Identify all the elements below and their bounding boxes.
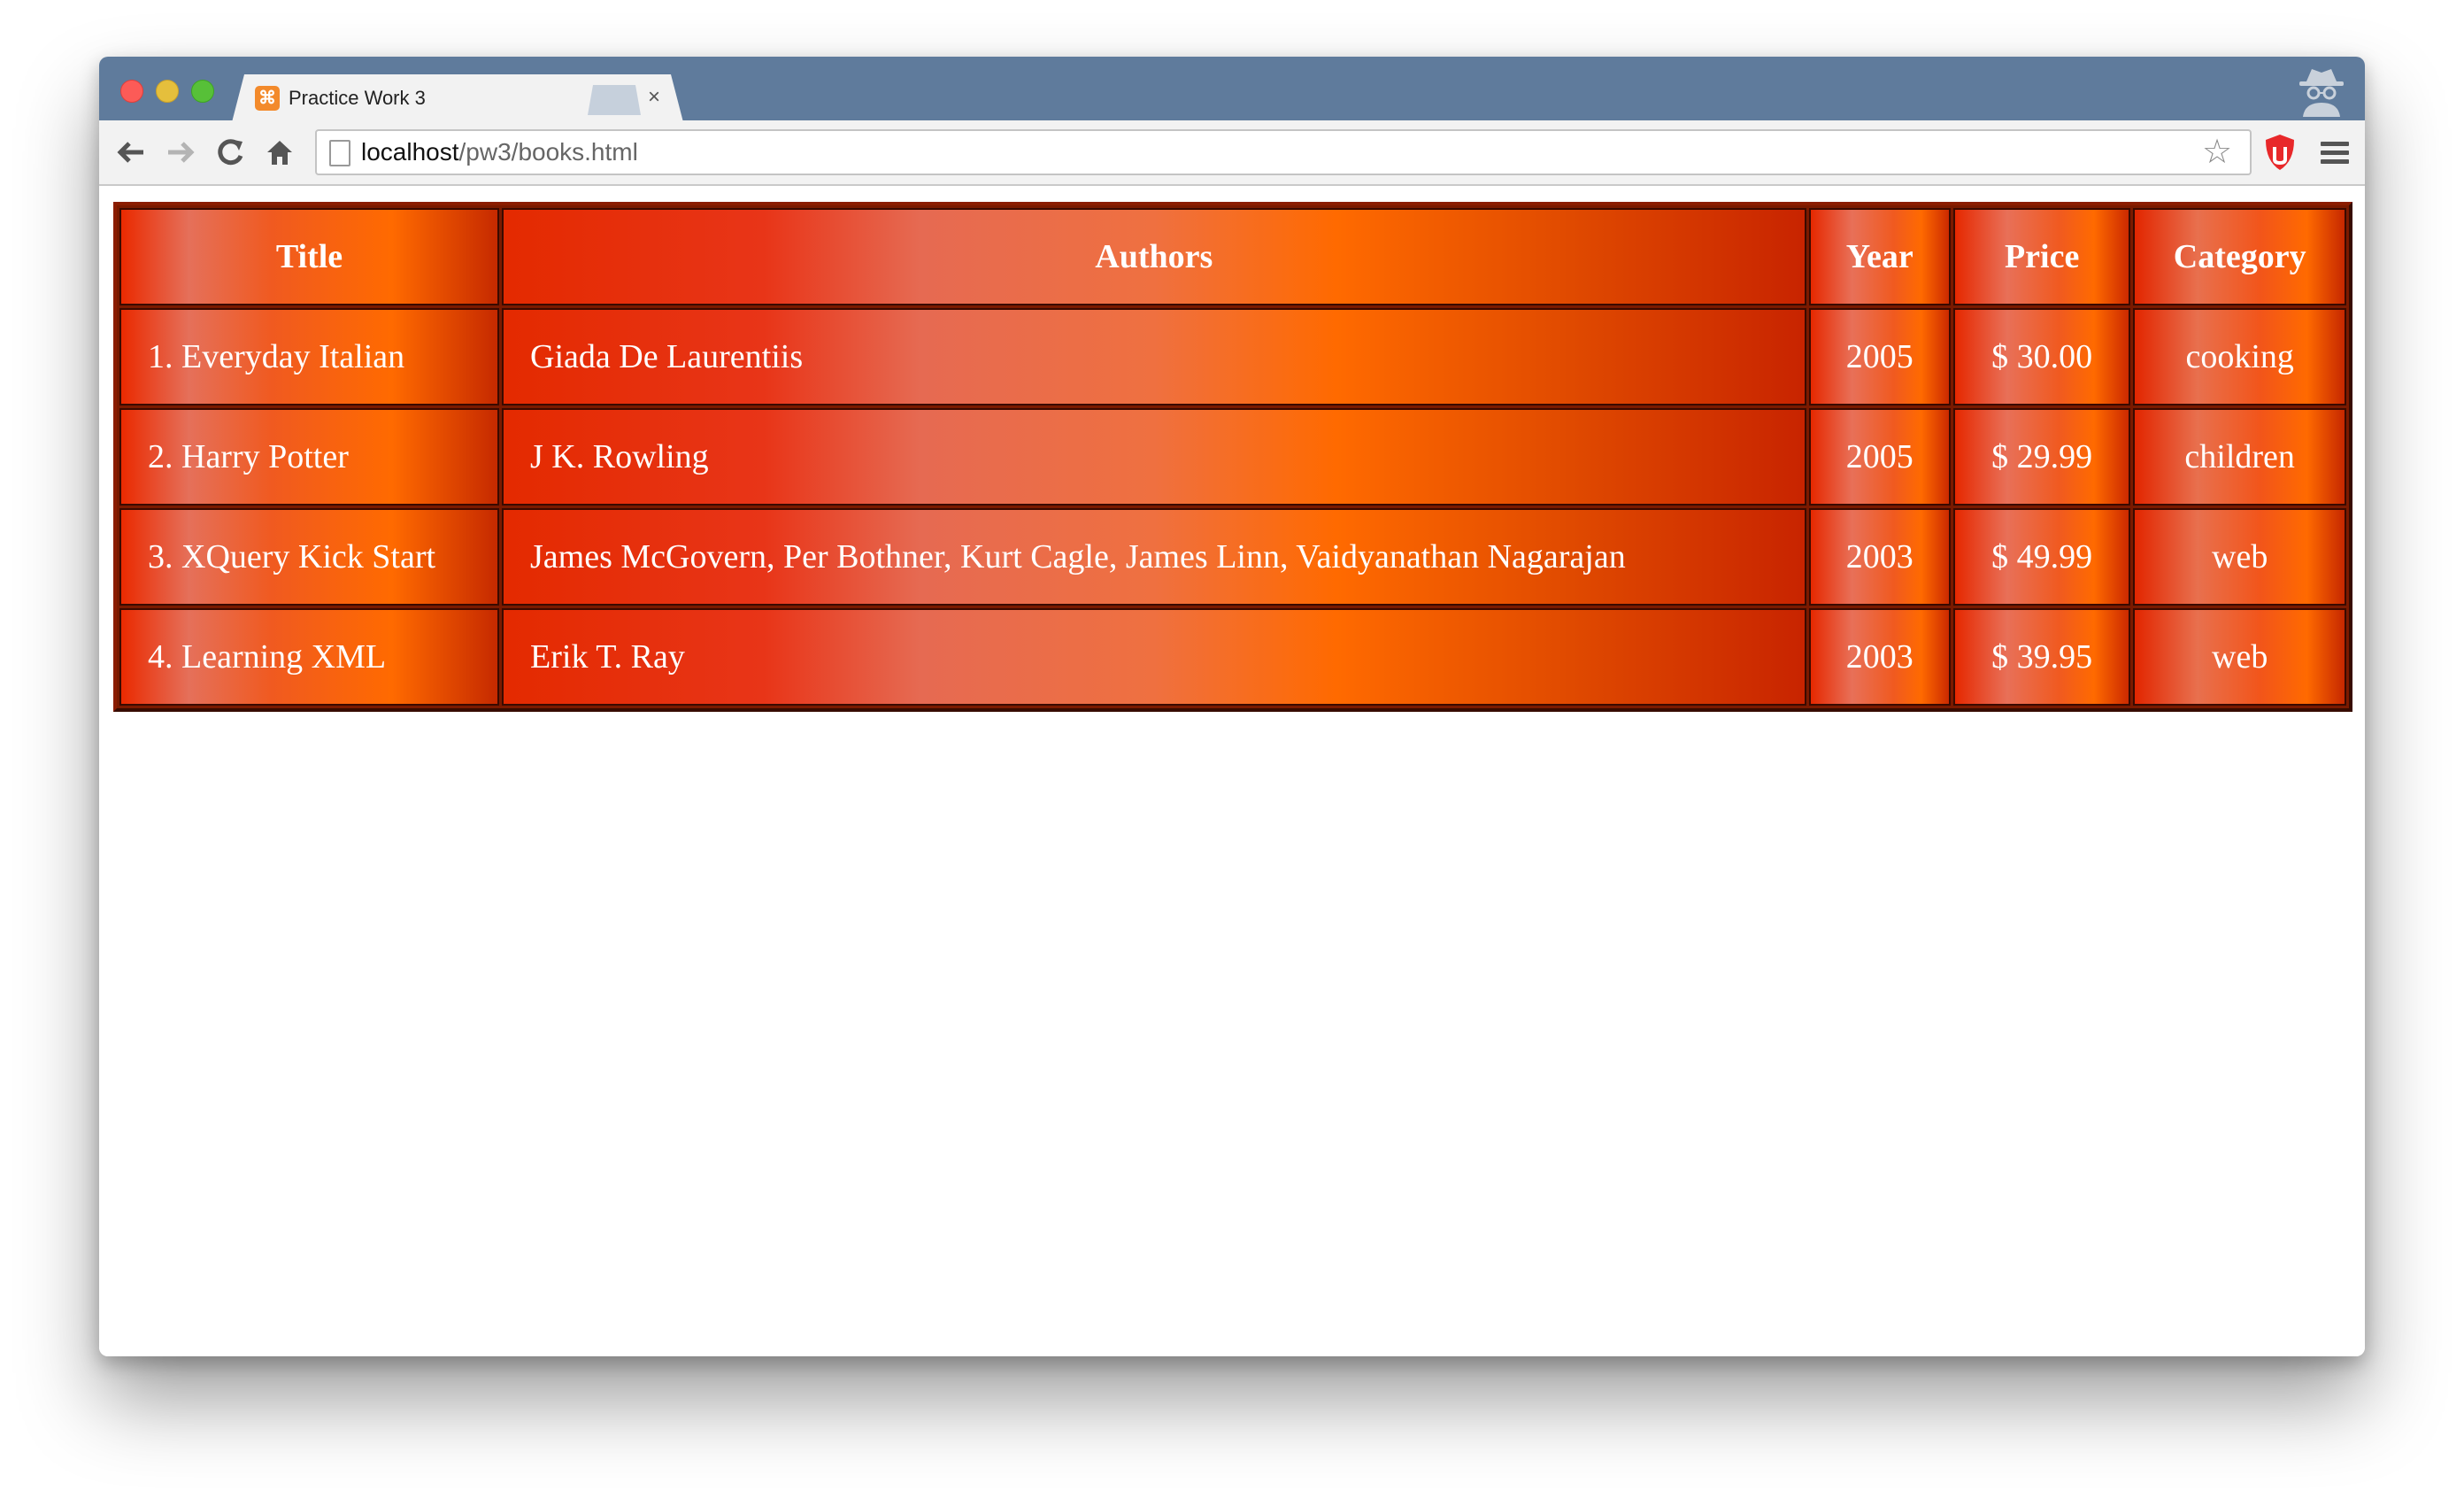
cell-price: $ 49.99 — [1952, 508, 2131, 606]
home-icon[interactable] — [262, 135, 297, 170]
cell-year: 2003 — [1808, 608, 1951, 706]
cell-year: 2005 — [1808, 308, 1951, 405]
cell-title: 1. Everyday Italian — [119, 308, 500, 405]
page-content: Title Authors Year Price Category 1. Eve… — [99, 186, 2365, 1356]
cell-authors: J K. Rowling — [502, 408, 1806, 506]
back-icon[interactable] — [113, 135, 149, 170]
tab-title: Practice Work 3 — [289, 87, 426, 109]
cell-authors: James McGovern, Per Bothner, Kurt Cagle,… — [502, 508, 1806, 606]
books-table: Title Authors Year Price Category 1. Eve… — [113, 202, 2352, 712]
forward-icon[interactable] — [163, 135, 198, 170]
header-title: Title — [119, 208, 500, 305]
cell-price: $ 30.00 — [1952, 308, 2131, 405]
minimize-window-button[interactable] — [156, 80, 179, 103]
title-bar: ⌘ Practice Work 3 × — [99, 57, 2365, 122]
close-window-button[interactable] — [120, 80, 143, 103]
table-row: 4. Learning XML Erik T. Ray 2003 $ 39.95… — [119, 608, 2346, 706]
url-path: /pw3/books.html — [458, 138, 638, 166]
reload-icon[interactable] — [212, 135, 248, 170]
new-tab-button[interactable] — [588, 85, 641, 115]
cell-authors: Erik T. Ray — [502, 608, 1806, 706]
cell-category: children — [2133, 408, 2346, 506]
cell-authors: Giada De Laurentiis — [502, 308, 1806, 405]
cell-year: 2005 — [1808, 408, 1951, 506]
cell-title: 2. Harry Potter — [119, 408, 500, 506]
tab-close-icon[interactable]: × — [648, 85, 660, 110]
table-row: 3. XQuery Kick Start James McGovern, Per… — [119, 508, 2346, 606]
cell-category: web — [2133, 608, 2346, 706]
star-icon[interactable]: ☆ — [2202, 133, 2232, 172]
table-row: 1. Everyday Italian Giada De Laurentiis … — [119, 308, 2346, 405]
incognito-icon — [2299, 69, 2344, 117]
page-icon — [329, 140, 350, 166]
header-price: Price — [1952, 208, 2131, 305]
favicon-icon: ⌘ — [255, 86, 280, 111]
cell-title: 3. XQuery Kick Start — [119, 508, 500, 606]
menu-icon[interactable] — [2321, 142, 2349, 165]
url-host: localhost — [361, 138, 459, 166]
header-year: Year — [1808, 208, 1951, 305]
cell-year: 2003 — [1808, 508, 1951, 606]
maximize-window-button[interactable] — [191, 80, 214, 103]
cell-title: 4. Learning XML — [119, 608, 500, 706]
cell-price: $ 29.99 — [1952, 408, 2131, 506]
url-text: localhost/pw3/books.html — [361, 138, 638, 166]
cell-category: web — [2133, 508, 2346, 606]
header-category: Category — [2133, 208, 2346, 305]
ublock-icon[interactable] — [2262, 133, 2298, 172]
table-row: 2. Harry Potter J K. Rowling 2005 $ 29.9… — [119, 408, 2346, 506]
browser-toolbar: localhost/pw3/books.html ☆ — [99, 120, 2365, 186]
browser-window: ⌘ Practice Work 3 × localhost/pw3/books.… — [99, 57, 2365, 1356]
cell-category: cooking — [2133, 308, 2346, 405]
address-bar[interactable]: localhost/pw3/books.html ☆ — [315, 129, 2252, 175]
table-header-row: Title Authors Year Price Category — [119, 208, 2346, 305]
cell-price: $ 39.95 — [1952, 608, 2131, 706]
header-authors: Authors — [502, 208, 1806, 305]
